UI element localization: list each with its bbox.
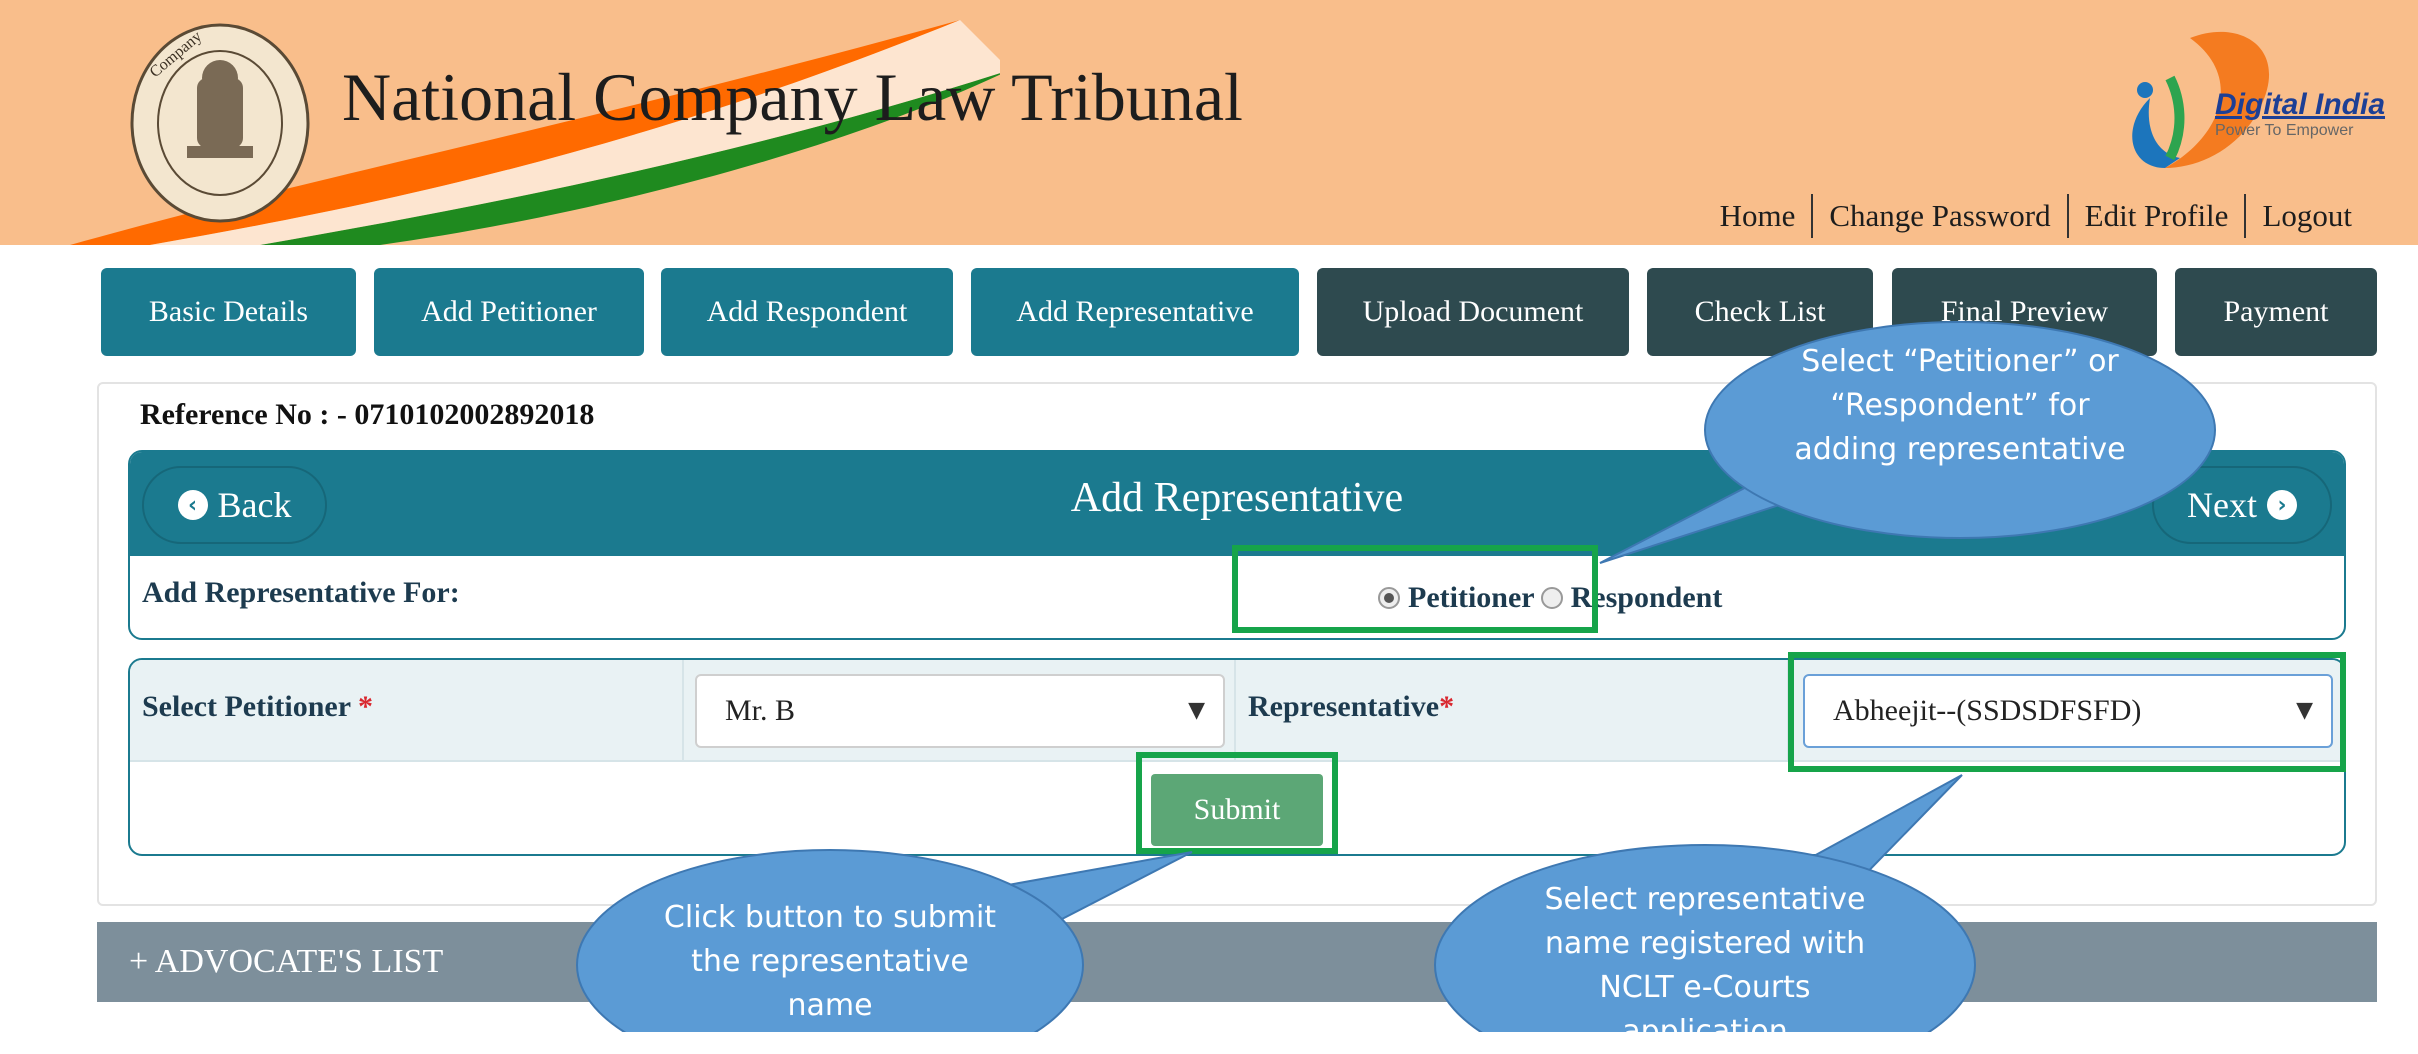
digital-india-tagline: Power To Empower xyxy=(2215,122,2354,139)
required-asterisk: * xyxy=(358,690,374,723)
party-type-radio-group: Petitioner Respondent xyxy=(1378,581,1728,615)
submit-hint-callout: Click button to submit the representativ… xyxy=(663,900,997,1023)
reference-number: Reference No : - 0710102002892018 xyxy=(140,398,595,431)
petitioner-select[interactable]: Mr. B ▼ xyxy=(695,674,1225,748)
caret-down-icon: ▼ xyxy=(1188,698,1205,723)
add-representative-for-label: Add Representative For: xyxy=(142,576,460,609)
tab-add-respondent[interactable]: Add Respondent xyxy=(661,268,953,356)
site-header: Company National Company Law Tribunal Di… xyxy=(0,0,2418,245)
top-nav-links: Home Change Password Edit Profile Logout xyxy=(1704,194,2368,238)
tab-payment[interactable]: Payment xyxy=(2175,268,2377,356)
representative-form-box: Select Petitioner * Mr. B ▼ Representati… xyxy=(128,658,2346,856)
change-password-link[interactable]: Change Password xyxy=(1813,194,2066,238)
edit-profile-link[interactable]: Edit Profile xyxy=(2069,194,2245,238)
select-petitioner-label: Select Petitioner * xyxy=(142,690,374,723)
next-button[interactable]: Next › xyxy=(2152,466,2332,544)
tab-add-petitioner[interactable]: Add Petitioner xyxy=(374,268,644,356)
radio-hint-callout: Select “Petitioner” or “Respondent” for … xyxy=(1794,344,2126,467)
tab-add-representative[interactable]: Add Representative xyxy=(971,268,1299,356)
cell-divider xyxy=(1787,660,1789,760)
logout-link[interactable]: Logout xyxy=(2246,194,2368,238)
respondent-radio-label: Respondent xyxy=(1570,581,1723,614)
nclt-emblem-logo: Company xyxy=(125,18,315,228)
respondent-radio[interactable] xyxy=(1540,587,1563,609)
section-title: Add Representative xyxy=(1070,475,1404,521)
home-link[interactable]: Home xyxy=(1704,194,1812,238)
petitioner-radio-label: Petitioner xyxy=(1408,581,1535,614)
digital-india-title: Digital India xyxy=(2215,88,2386,121)
advocates-list-toggle[interactable]: + ADVOCATE'S LIST xyxy=(97,922,2377,1002)
caret-down-icon: ▼ xyxy=(2296,698,2313,723)
cell-divider xyxy=(1234,660,1236,760)
add-representative-box: ‹ Back Add Representative Next › Add Rep… xyxy=(128,450,2346,640)
respondent-radio-option[interactable]: Respondent xyxy=(1540,581,1723,615)
representative-select[interactable]: Abheejit--(SSDSDFSFD) ▼ xyxy=(1803,674,2333,748)
representative-select-value: Abheejit--(SSDSDFSFD) xyxy=(1833,694,2142,727)
submit-button[interactable]: Submit xyxy=(1151,774,1323,846)
site-title: National Company Law Tribunal xyxy=(342,59,1243,135)
petitioner-select-value: Mr. B xyxy=(725,694,796,727)
petitioner-radio[interactable] xyxy=(1378,587,1400,609)
chevron-right-circle-icon: › xyxy=(2266,490,2297,520)
tab-upload-document[interactable]: Upload Document xyxy=(1317,268,1629,356)
representative-label: Representative* xyxy=(1248,690,1455,723)
cell-divider xyxy=(682,660,684,760)
petitioner-radio-option[interactable]: Petitioner xyxy=(1378,581,1535,615)
next-label: Next xyxy=(2187,485,2257,525)
required-asterisk: * xyxy=(1439,690,1455,723)
representative-hint-callout: Select representative name registered wi… xyxy=(1544,882,1866,1049)
tab-basic-details[interactable]: Basic Details xyxy=(101,268,356,356)
